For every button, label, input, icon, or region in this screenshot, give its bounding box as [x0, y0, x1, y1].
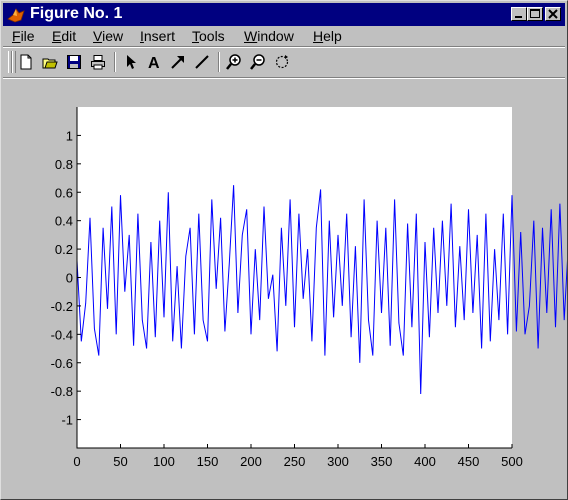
axes-background[interactable] [77, 107, 512, 448]
x-tick-label: 100 [153, 454, 175, 469]
y-tick-label: 0 [66, 271, 73, 286]
y-tick-label: 1 [66, 128, 73, 143]
x-tick-label: 250 [284, 454, 306, 469]
figure-canvas[interactable]: 0 50 100 150 200 250 300 350 400 450 500 -1 -0.8 -0.6… [1, 1, 567, 499]
y-tick-label: -0.4 [51, 327, 73, 342]
x-tick-label: 150 [197, 454, 219, 469]
y-tick-label: -0.8 [51, 384, 73, 399]
x-tick-label: 500 [501, 454, 523, 469]
x-tick-label: 200 [240, 454, 262, 469]
figure-window: Figure No. 1 File Edit View Insert Tools… [0, 0, 568, 500]
x-tick-label: 300 [327, 454, 349, 469]
x-tick-label: 350 [371, 454, 393, 469]
x-tick-label: 0 [73, 454, 80, 469]
y-tick-label: -0.2 [51, 299, 73, 314]
y-tick-label: 0.6 [55, 185, 73, 200]
y-tick-label: -0.6 [51, 356, 73, 371]
y-tick-label: 0.2 [55, 242, 73, 257]
y-tick-label: 0.8 [55, 157, 73, 172]
x-tick-label: 400 [414, 454, 436, 469]
x-tick-label: 450 [458, 454, 480, 469]
y-tick-label: 0.4 [55, 214, 73, 229]
x-tick-label: 50 [113, 454, 127, 469]
y-tick-label: -1 [61, 413, 73, 428]
